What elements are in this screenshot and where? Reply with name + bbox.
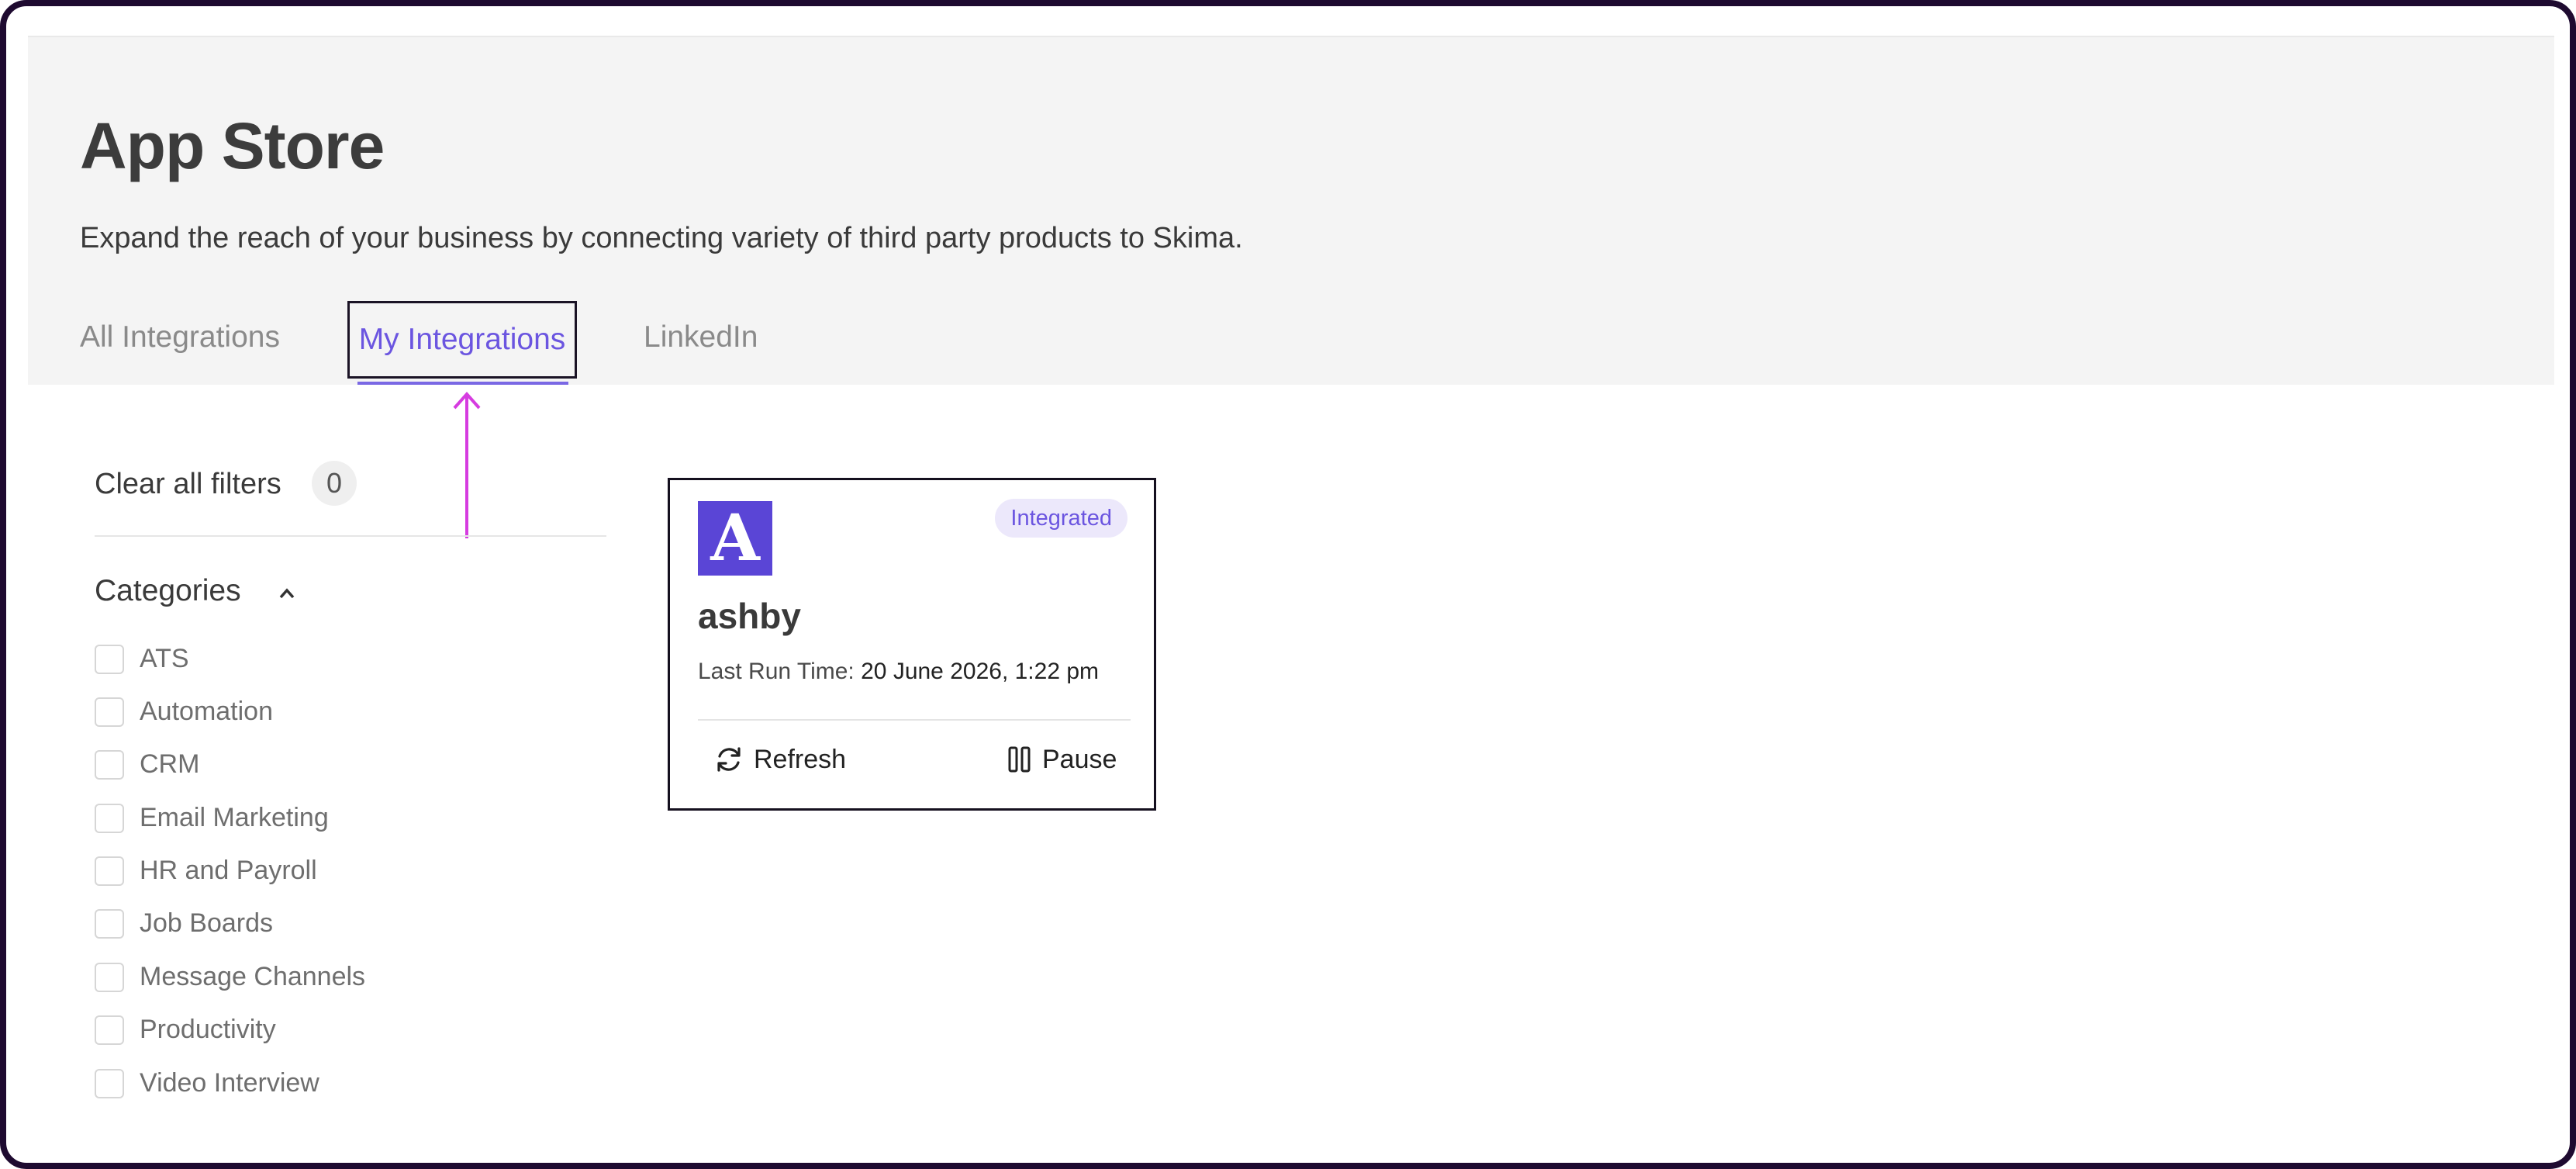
category-checkbox[interactable] [95,1015,124,1045]
pause-button[interactable]: Pause [1007,744,1117,775]
integration-name: ashby [698,596,801,636]
category-item-automation[interactable]: Automation [95,697,273,727]
logo-letter: A [710,501,760,576]
category-checkbox[interactable] [95,856,124,886]
last-run-time: Last Run Time: 20 June 2026, 1:22 pm [698,659,1099,685]
ashby-logo: A [698,501,772,576]
category-label: ATS [140,644,189,673]
category-item-hr-and-payroll[interactable]: HR and Payroll [95,856,317,886]
category-label: Automation [140,697,273,726]
categories-toggle[interactable]: Categories [95,574,241,608]
category-checkbox[interactable] [95,962,124,992]
category-label: Productivity [140,1015,276,1044]
tab-linkedin[interactable]: LinkedIn [644,320,758,355]
pause-icon [1008,746,1031,773]
tab-my-integrations[interactable]: My Integrations [347,301,577,379]
category-checkbox[interactable] [95,908,124,939]
category-checkbox[interactable] [95,697,124,727]
category-label: CRM [140,749,200,779]
category-checkbox[interactable] [95,644,124,674]
category-checkbox[interactable] [95,749,124,780]
tab-all-integrations[interactable]: All Integrations [80,320,280,355]
category-item-message-channels[interactable]: Message Channels [95,962,365,992]
clear-all-filters-button[interactable]: Clear all filters [95,468,281,501]
category-label: Email Marketing [140,803,329,832]
refresh-label: Refresh [754,744,847,774]
category-checkbox[interactable] [95,803,124,833]
integration-card-ashby[interactable]: A Integrated ashby Last Run Time: 20 Jun… [668,478,1156,811]
last-run-value: 20 June 2026, 1:22 pm [861,659,1100,684]
category-label: Video Interview [140,1068,319,1098]
category-item-productivity[interactable]: Productivity [95,1015,276,1045]
category-label: Job Boards [140,908,273,938]
refresh-button[interactable]: Refresh [713,744,846,775]
annotation-arrow-icon [453,391,481,538]
category-item-email-marketing[interactable]: Email Marketing [95,803,329,833]
pause-label: Pause [1042,744,1117,774]
category-item-video-interview[interactable]: Video Interview [95,1068,319,1098]
chevron-up-icon[interactable] [275,582,299,605]
filter-divider [95,535,606,537]
app-window: App Store Expand the reach of your busin… [0,0,2576,1169]
refresh-icon [717,747,741,772]
category-item-job-boards[interactable]: Job Boards [95,908,273,939]
integrated-badge: Integrated [995,499,1127,538]
page-subtitle: Expand the reach of your business by con… [80,222,1243,254]
last-run-label: Last Run Time: [698,659,855,684]
category-label: HR and Payroll [140,856,317,885]
category-item-crm[interactable]: CRM [95,749,199,780]
card-divider [698,719,1131,721]
active-tab-underline [357,382,568,385]
filter-count-badge: 0 [312,461,357,506]
category-checkbox[interactable] [95,1068,124,1098]
category-label: Message Channels [140,962,366,991]
page-title: App Store [80,109,385,182]
category-item-ats[interactable]: ATS [95,644,189,674]
